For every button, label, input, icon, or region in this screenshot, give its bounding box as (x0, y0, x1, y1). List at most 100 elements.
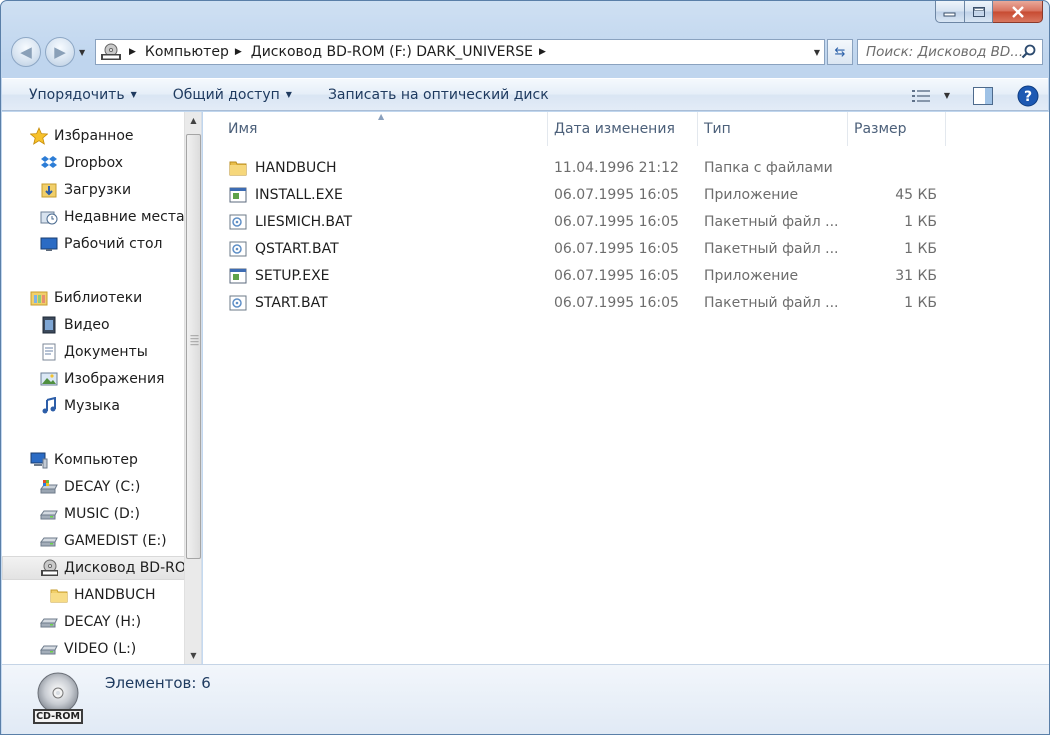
nav-item-label: Рабочий стол (64, 236, 163, 252)
computer-icon (30, 451, 48, 469)
file-row[interactable]: START.BAT 06.07.1995 16:05 Пакетный файл… (203, 291, 963, 316)
nav-computer[interactable]: Компьютер (2, 448, 185, 472)
help-icon: ? (1017, 85, 1039, 106)
organize-label: Упорядочить (29, 86, 125, 103)
file-type: Приложение (704, 187, 799, 203)
minimize-button[interactable] (935, 1, 965, 23)
back-button[interactable]: ◀ (11, 37, 41, 67)
scroll-up-arrow-icon[interactable]: ▲ (185, 112, 201, 129)
view-details-button[interactable] (906, 79, 936, 112)
svg-text:?: ? (1024, 89, 1032, 105)
file-name: SETUP.EXE (255, 268, 330, 284)
file-date: 06.07.1995 16:05 (554, 295, 679, 311)
forward-button[interactable]: ▶ (45, 37, 75, 67)
file-row[interactable]: INSTALL.EXE 06.07.1995 16:05 Приложение … (203, 183, 963, 208)
column-header-name[interactable]: Имя (222, 112, 548, 146)
scroll-down-arrow-icon[interactable]: ▼ (185, 647, 201, 664)
file-date: 11.04.1996 21:12 (554, 160, 679, 176)
scroll-thumb[interactable]: — — — — (186, 134, 201, 559)
file-name: START.BAT (255, 295, 328, 311)
hard-drive-icon (40, 640, 58, 658)
file-row[interactable]: LIESMICH.BAT 06.07.1995 16:05 Пакетный ф… (203, 210, 963, 235)
nav-libraries[interactable]: Библиотеки (2, 286, 185, 310)
close-button[interactable] (993, 1, 1043, 23)
help-button[interactable]: ? (1008, 79, 1048, 112)
nav-drive-l[interactable]: VIDEO (L:) (2, 637, 185, 661)
file-date: 06.07.1995 16:05 (554, 241, 679, 257)
hard-drive-icon (40, 505, 58, 523)
burn-disc-button[interactable]: Записать на оптический диск (292, 87, 549, 103)
nav-item-label: DECAY (C:) (64, 479, 141, 495)
nav-item-label: VIDEO (L:) (64, 641, 137, 657)
file-row[interactable]: QSTART.BAT 06.07.1995 16:05 Пакетный фай… (203, 237, 963, 262)
nav-item-label: Дисковод BD-RO (64, 560, 185, 576)
nav-item-videos[interactable]: Видео (2, 313, 185, 337)
history-dropdown-icon[interactable]: ▼ (79, 48, 85, 57)
caption-buttons (935, 1, 1043, 23)
nav-item-label: MUSIC (D:) (64, 506, 140, 522)
address-dropdown-icon[interactable]: ▼ (814, 48, 820, 57)
close-icon (1011, 5, 1024, 18)
file-row[interactable]: HANDBUCH 11.04.1996 21:12 Папка с файлам… (203, 156, 963, 181)
drive-label: CD-ROM (36, 711, 80, 722)
nav-item-desktop[interactable]: Рабочий стол (2, 232, 185, 256)
organize-button[interactable]: Упорядочить ▼ (2, 87, 137, 103)
maximize-button[interactable] (965, 1, 993, 23)
share-button[interactable]: Общий доступ ▼ (137, 87, 292, 103)
nav-drive-d[interactable]: MUSIC (D:) (2, 502, 185, 526)
address-bar[interactable]: ▶ Компьютер ▶ Дисковод BD-ROM (F:) DARK_… (95, 39, 825, 65)
nav-favorites-label: Избранное (54, 128, 134, 144)
breadcrumb-arrow-icon[interactable]: ▶ (539, 47, 546, 57)
search-input[interactable]: Поиск: Дисковод BD... (857, 39, 1043, 65)
file-date: 06.07.1995 16:05 (554, 187, 679, 203)
search-icon[interactable] (1021, 44, 1037, 60)
nav-drive-h[interactable]: DECAY (H:) (2, 610, 185, 634)
view-dropdown-icon[interactable]: ▼ (936, 79, 958, 112)
nav-item-downloads[interactable]: Загрузки (2, 178, 185, 202)
nav-favorites[interactable]: Избранное (2, 124, 185, 148)
hard-drive-icon (40, 613, 58, 631)
file-size: 31 КБ (895, 268, 937, 284)
column-header-size[interactable]: Размер (848, 112, 946, 146)
preview-pane-button[interactable] (958, 79, 1008, 112)
nav-item-label: Dropbox (64, 155, 123, 171)
file-type: Приложение (704, 268, 799, 284)
nav-item-music[interactable]: Музыка (2, 394, 185, 418)
nav-item-documents[interactable]: Документы (2, 340, 185, 364)
nav-drive-c[interactable]: DECAY (C:) (2, 475, 185, 499)
exe-icon (229, 187, 247, 203)
nav-drive-e[interactable]: GAMEDIST (E:) (2, 529, 185, 553)
file-size: 45 КБ (895, 187, 937, 203)
file-size: 1 КБ (904, 214, 937, 230)
nav-item-dropbox[interactable]: Dropbox (2, 151, 185, 175)
nav-pane-scrollbar[interactable]: ▲ — — — — ▼ (184, 112, 201, 664)
toolbar-right: ▼ ? (906, 79, 1048, 112)
nav-folder-handbuch[interactable]: HANDBUCH (2, 583, 185, 607)
file-size: 1 КБ (904, 295, 937, 311)
nav-item-recent-places[interactable]: Недавние места (2, 205, 185, 229)
maximize-icon (972, 6, 985, 17)
breadcrumb-arrow-icon[interactable]: ▶ (235, 47, 242, 57)
downloads-folder-icon (40, 181, 58, 199)
breadcrumb-arrow-icon[interactable]: ▶ (129, 47, 136, 57)
navigation-pane: Избранное Dropbox Загрузки Недавние мест… (2, 112, 202, 664)
search-placeholder: Поиск: Дисковод BD... (866, 44, 1024, 60)
file-row[interactable]: SETUP.EXE 06.07.1995 16:05 Приложение 31… (203, 264, 963, 289)
nav-item-pictures[interactable]: Изображения (2, 367, 185, 391)
file-date: 06.07.1995 16:05 (554, 214, 679, 230)
refresh-icon: ⇆ (834, 44, 846, 60)
nav-drive-f-bdrom[interactable]: Дисковод BD-RO (2, 556, 185, 580)
view-details-icon (912, 89, 930, 102)
column-header-label: Размер (854, 121, 907, 137)
breadcrumb: ▶ Компьютер ▶ Дисковод BD-ROM (F:) DARK_… (123, 44, 555, 60)
column-header-type[interactable]: Тип (698, 112, 848, 146)
nav-item-label: GAMEDIST (E:) (64, 533, 167, 549)
cdrom-drive-icon (40, 559, 58, 577)
column-header-date[interactable]: Дата изменения (548, 112, 698, 146)
refresh-button[interactable]: ⇆ (827, 39, 853, 65)
video-library-icon (40, 316, 58, 334)
nav-item-label: Изображения (64, 371, 165, 387)
file-type: Пакетный файл ... (704, 214, 839, 230)
breadcrumb-drive[interactable]: Дисковод BD-ROM (F:) DARK_UNIVERSE (251, 44, 533, 60)
breadcrumb-computer[interactable]: Компьютер (145, 44, 229, 60)
